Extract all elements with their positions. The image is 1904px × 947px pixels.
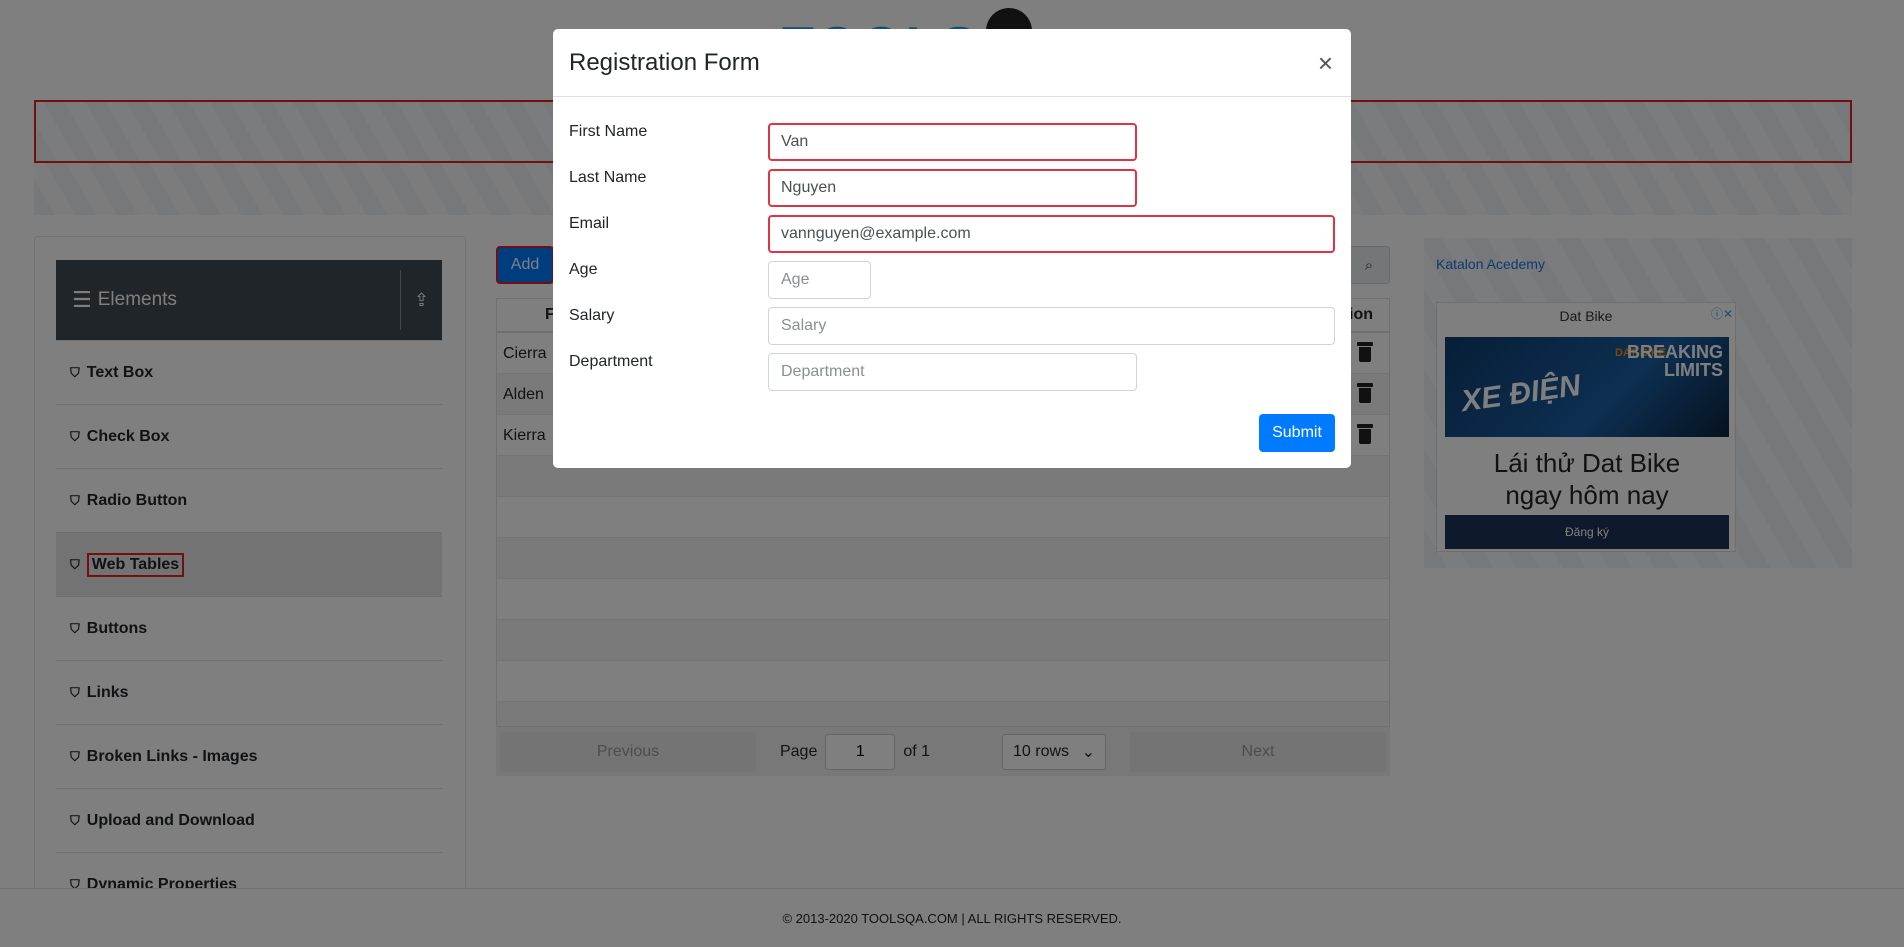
salary-input[interactable] — [768, 307, 1335, 345]
first-name-input[interactable] — [768, 123, 1137, 161]
last-name-label: Last Name — [569, 169, 647, 186]
age-label: Age — [569, 261, 598, 278]
submit-button[interactable]: Submit — [1259, 414, 1335, 452]
department-row: Department — [569, 353, 1335, 391]
modal-title: Registration Form — [569, 48, 760, 76]
age-row: Age — [569, 261, 1335, 299]
first-name-row: First Name — [569, 123, 1335, 161]
close-icon[interactable]: × — [1316, 50, 1335, 76]
last-name-input[interactable] — [768, 169, 1137, 207]
email-label: Email — [569, 215, 610, 232]
registration-form-modal: Registration Form × First Name Last Name… — [553, 29, 1351, 468]
salary-label: Salary — [569, 307, 615, 324]
email-row: Email — [569, 215, 1335, 253]
first-name-label: First Name — [569, 123, 648, 140]
modal-header: Registration Form × — [553, 29, 1351, 97]
age-input[interactable] — [768, 261, 871, 299]
email-input[interactable] — [768, 215, 1335, 253]
department-label: Department — [569, 353, 653, 370]
department-input[interactable] — [768, 353, 1137, 391]
salary-row: Salary — [569, 307, 1335, 345]
last-name-row: Last Name — [569, 169, 1335, 207]
